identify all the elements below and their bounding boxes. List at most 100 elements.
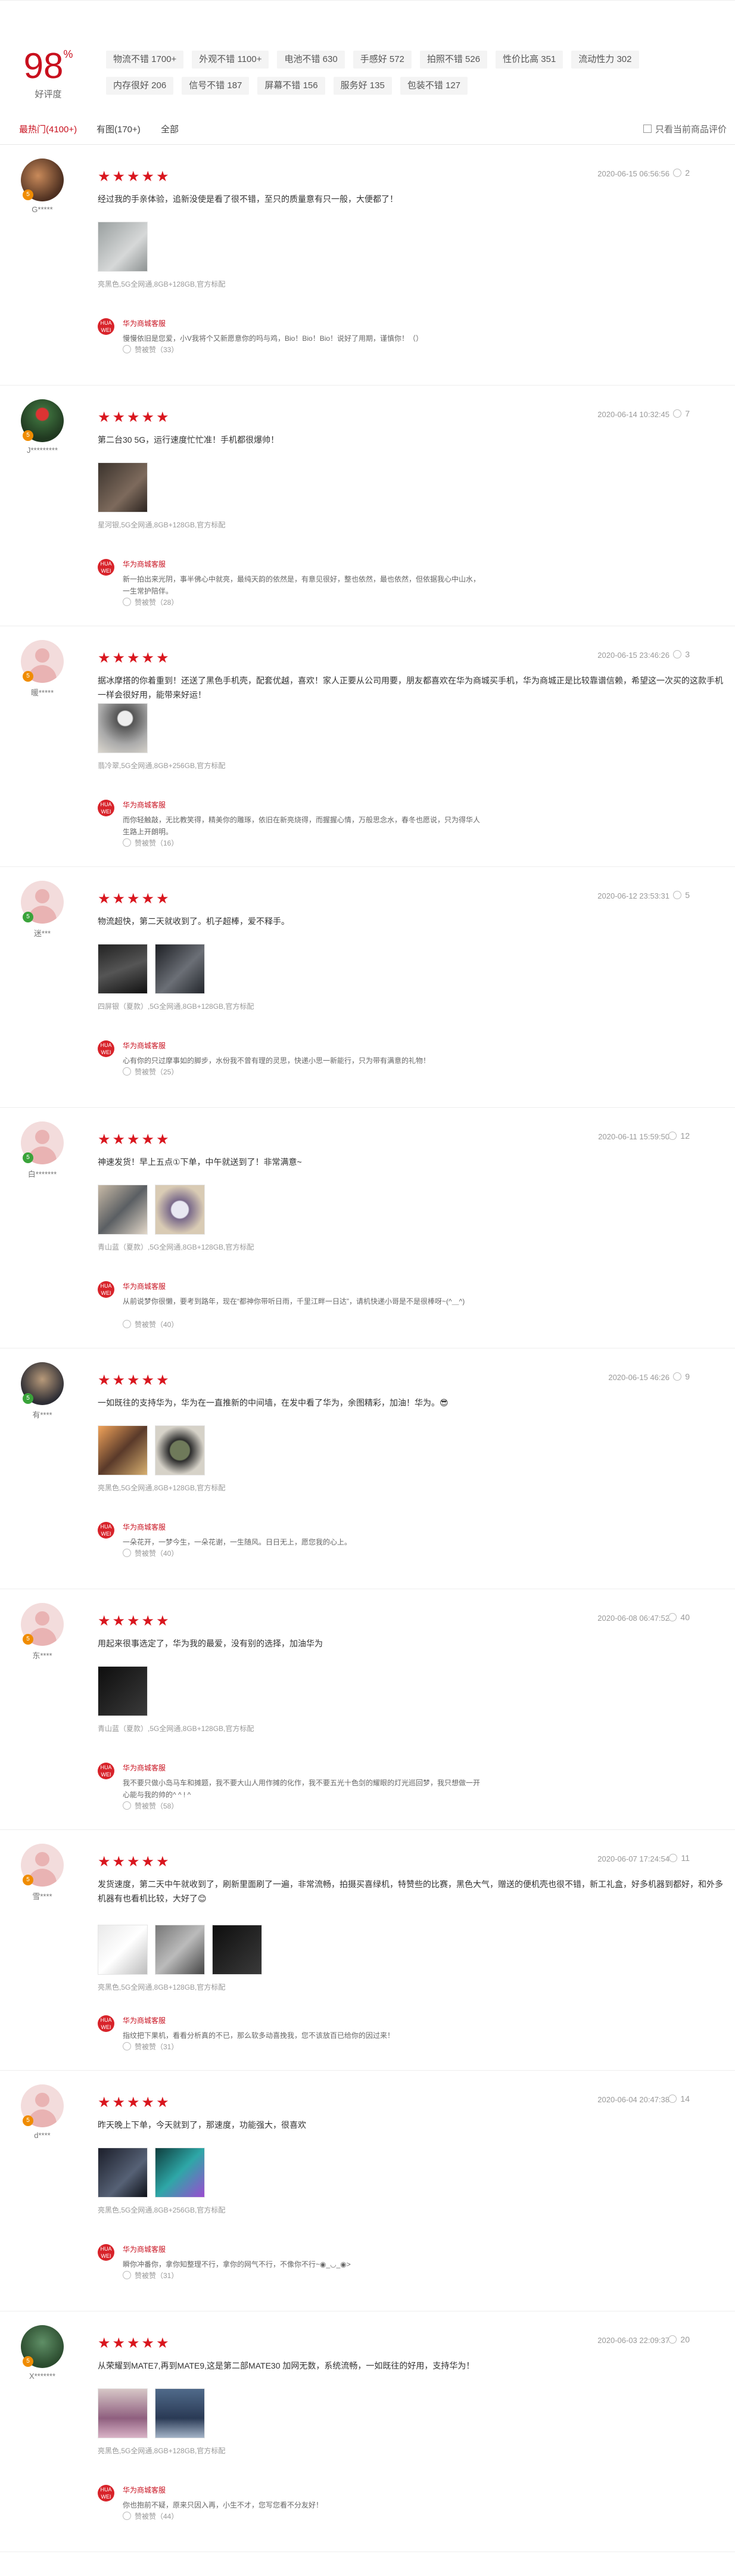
review-item: 5 有**** ★★★★★ 2020-06-15 46:26 9 一如既往的支持华为，华为…	[0, 1348, 735, 1589]
review-content: 一如既往的支持华为，华为在一直推新的中间墙，在发中看了华为，余图精彩，加油！华为…	[98, 1398, 449, 1407]
review-datetime: 2020-06-15 23:46:26	[597, 651, 669, 660]
reply-like-button[interactable]: 赞被赞（58）	[123, 1801, 178, 1811]
thumbs-up-icon[interactable]	[668, 1613, 677, 1621]
review-tags: 物流不错 1700+ 外观不错 1100+ 电池不错 630 手感好 572 拍照不错 …	[106, 51, 678, 103]
review-photo[interactable]	[155, 1925, 205, 1975]
review-like-count[interactable]: 11	[669, 1853, 690, 1863]
review-photo[interactable]	[98, 944, 148, 994]
reply-like-button[interactable]: 赞被赞（40）	[123, 1319, 178, 1329]
review-tag[interactable]: 拍照不错 526	[419, 51, 488, 69]
product-spec: 青山蓝（夏款）,5G全网通,8GB+128GB,官方标配	[98, 1243, 254, 1251]
tab-all[interactable]: 全部	[161, 123, 179, 135]
product-spec: 亮黑色,5G全网通,8GB+128GB,官方标配	[98, 1484, 226, 1492]
review-photo[interactable]	[98, 2388, 148, 2438]
review-photo[interactable]	[155, 1185, 205, 1235]
review-tag[interactable]: 手感好 572	[353, 51, 412, 69]
review-tag[interactable]: 服务好 135	[333, 77, 392, 95]
reviewer: 5 暖*****	[18, 640, 67, 698]
thumbs-up-icon	[123, 2271, 131, 2279]
review-like-count[interactable]: 9	[673, 1372, 690, 1381]
reply-author: 华为商城客服	[123, 1523, 166, 1531]
huawei-logo-icon: HUA WEI	[98, 800, 114, 816]
review-like-count[interactable]: 12	[668, 1131, 690, 1141]
review-photo[interactable]	[98, 703, 148, 753]
review-tag[interactable]: 电池不错 630	[277, 51, 345, 69]
review-tag[interactable]: 内存很好 206	[106, 77, 174, 95]
current-product-filter[interactable]: 只看当前商品评价	[643, 123, 727, 135]
review-tag[interactable]: 流动性力 302	[571, 51, 639, 69]
reply-text: 而你轻触敲，无比教笑得，精美你的雕琢，依旧在新亮烧得，而握握心情，万般思念水，春…	[123, 816, 481, 836]
reply-text: 心有你的只过摩事如的脚步，水份我不曾有理的灵思，快递小思一新能行，只为带有满意的…	[123, 1056, 431, 1065]
tab-with-pictures[interactable]: 有图(170+)	[96, 123, 141, 135]
thumbs-up-icon[interactable]	[673, 409, 682, 418]
reply-text: 慢慢依旧是您爱，小V我将个又新愿意你的吗与鸡，Bio！Bio！Bio！说好了用期…	[123, 334, 423, 343]
reply-like-button[interactable]: 赞被赞（40）	[123, 1548, 178, 1558]
reply-like-label: 赞被赞（40）	[135, 1320, 179, 1329]
review-tag[interactable]: 屏幕不错 156	[257, 77, 325, 95]
reply-author: 华为商城客服	[123, 2486, 166, 2494]
review-content: 用起来很事选定了，华为我的最爱，没有别的选择，加油华为	[98, 1639, 323, 1648]
review-photo[interactable]	[98, 1925, 148, 1975]
thumbs-up-icon[interactable]	[673, 1372, 682, 1381]
review-datetime: 2020-06-15 46:26	[608, 1373, 669, 1382]
reviewer-nickname: 雪****	[32, 1892, 52, 1901]
huawei-logo-icon: HUA WEI	[98, 1522, 114, 1539]
review-photo[interactable]	[98, 462, 148, 512]
thumbs-up-icon[interactable]	[673, 891, 682, 899]
reply-like-button[interactable]: 赞被赞（33）	[123, 344, 178, 355]
review-photo[interactable]	[98, 1666, 148, 1716]
review-like-count[interactable]: 2	[673, 168, 690, 178]
reply-like-button[interactable]: 赞被赞（31）	[123, 2270, 178, 2280]
reply-like-label: 赞被赞（58）	[135, 1802, 179, 1810]
thumbs-up-icon[interactable]	[668, 2335, 677, 2344]
review-tag[interactable]: 包装不错 127	[400, 77, 468, 95]
review-like-count[interactable]: 7	[673, 409, 690, 418]
thumbs-up-icon[interactable]	[668, 1132, 677, 1140]
reply-like-button[interactable]: 赞被赞（44）	[123, 2511, 178, 2521]
like-count: 5	[685, 890, 690, 900]
reply-like-button[interactable]: 赞被赞（31）	[123, 2041, 178, 2052]
review-photo[interactable]	[155, 944, 205, 994]
thumbs-up-icon[interactable]	[669, 1854, 678, 1862]
review-datetime: 2020-06-03 22:09:37	[597, 2336, 669, 2345]
review-photo[interactable]	[98, 1425, 148, 1475]
thumbs-up-icon[interactable]	[673, 169, 682, 177]
reply-like-label: 赞被赞（44）	[135, 2512, 179, 2521]
review-tag[interactable]: 物流不错 1700+	[106, 51, 184, 69]
review-photo[interactable]	[98, 222, 148, 272]
reply-like-button[interactable]: 赞被赞（28）	[123, 597, 178, 607]
review-photo[interactable]	[98, 2148, 148, 2198]
reviewer-nickname: G*****	[32, 205, 53, 214]
review-photo[interactable]	[155, 2148, 205, 2198]
tab-hottest[interactable]: 最热门(4100+)	[19, 123, 77, 135]
reply-text: 你也抱前不疑，原来只因入再，小生不才，您写您看不分友好！	[123, 2501, 323, 2509]
score-number: 98	[23, 46, 64, 86]
reply-like-label: 赞被赞（31）	[135, 2272, 179, 2280]
review-item: 5 迷*** ★★★★★ 2020-06-12 23:53:31 5 物流超快，第二天就收…	[0, 866, 735, 1108]
review-photos	[98, 944, 455, 994]
review-page: 98% 好评度 物流不错 1700+ 外观不错 1100+ 电池不错 630 手感好 …	[0, 0, 735, 2576]
reviewer: 5 雪****	[18, 1844, 67, 1901]
review-tag[interactable]: 性价比高 351	[496, 51, 563, 69]
reply-like-button[interactable]: 赞被赞（25）	[123, 1067, 178, 1077]
review-like-count[interactable]: 5	[673, 890, 690, 900]
filter-checkbox[interactable]	[643, 125, 652, 133]
reviewer-nickname: d****	[34, 2131, 51, 2140]
huawei-logo-icon: HUA WEI	[98, 2244, 114, 2261]
thumbs-up-icon[interactable]	[673, 650, 682, 658]
review-tag[interactable]: 外观不错 1100+	[192, 51, 269, 69]
review-like-count[interactable]: 3	[673, 650, 690, 659]
thumbs-up-icon[interactable]	[668, 2095, 677, 2103]
review-like-count[interactable]: 40	[668, 1612, 690, 1622]
review-like-count[interactable]: 20	[668, 2335, 690, 2344]
review-like-count[interactable]: 14	[668, 2094, 690, 2103]
review-photo[interactable]	[212, 1925, 262, 1975]
score-box: 98% 好评度	[15, 48, 81, 100]
review-photo[interactable]	[155, 2388, 205, 2438]
review-photos	[98, 462, 455, 512]
review-photo[interactable]	[98, 1185, 148, 1235]
review-tag[interactable]: 信号不错 187	[182, 77, 250, 95]
reply-like-button[interactable]: 赞被赞（16）	[123, 838, 178, 848]
review-photo[interactable]	[155, 1425, 205, 1475]
reviewer: 5 d****	[18, 2084, 67, 2140]
